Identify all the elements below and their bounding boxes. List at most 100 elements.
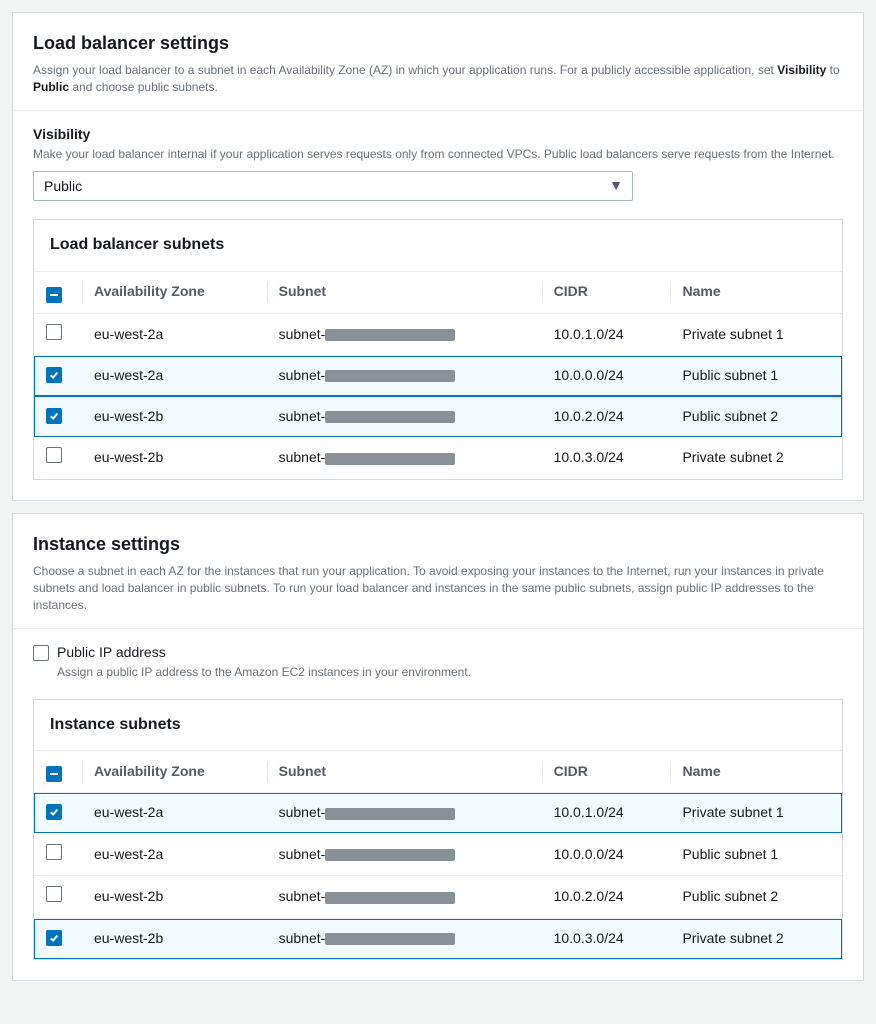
subnet-prefix: subnet-: [279, 930, 326, 946]
cell-subnet: subnet-: [267, 356, 542, 397]
cell-subnet: subnet-: [267, 876, 542, 919]
cell-subnet: subnet-: [267, 919, 542, 959]
redacted-id: [325, 411, 455, 423]
redacted-id: [325, 933, 455, 945]
cell-subnet: subnet-: [267, 793, 542, 834]
subnet-prefix: subnet-: [279, 326, 326, 342]
col-header-name[interactable]: Name: [670, 271, 842, 313]
inst-body: Public IP address Assign a public IP add…: [13, 629, 863, 980]
inst-header: Instance settings Choose a subnet in eac…: [13, 514, 863, 629]
lb-subnets-panel: Load balancer subnets Availability Zone …: [33, 219, 843, 480]
cell-cidr: 10.0.3.0/24: [542, 437, 671, 479]
row-checkbox[interactable]: [46, 930, 62, 946]
cell-az: eu-west-2b: [82, 919, 267, 959]
subnet-prefix: subnet-: [279, 804, 326, 820]
inst-subnets-panel: Instance subnets Availability Zone Subne…: [33, 699, 843, 960]
lb-desc-bold-public: Public: [33, 80, 69, 94]
visibility-label: Visibility: [33, 125, 843, 145]
lb-desc: Assign your load balancer to a subnet in…: [33, 62, 843, 96]
table-row[interactable]: eu-west-2a subnet- 10.0.1.0/24Private subn…: [34, 313, 842, 356]
row-checkbox[interactable]: [46, 447, 62, 463]
col-header-subnet[interactable]: Subnet: [267, 751, 542, 793]
select-all-checkbox[interactable]: [46, 287, 62, 303]
redacted-id: [325, 370, 455, 382]
cell-cidr: 10.0.1.0/24: [542, 793, 671, 834]
table-row[interactable]: eu-west-2a subnet- 10.0.0.0/24Public subne…: [34, 356, 842, 397]
redacted-id: [325, 329, 455, 341]
row-checkbox[interactable]: [46, 408, 62, 424]
cell-subnet: subnet-: [267, 833, 542, 876]
subnet-prefix: subnet-: [279, 449, 326, 465]
cell-name: Private subnet 2: [670, 919, 842, 959]
table-row[interactable]: eu-west-2a subnet- 10.0.0.0/24Public subne…: [34, 833, 842, 876]
cell-subnet: subnet-: [267, 313, 542, 356]
cell-az: eu-west-2b: [82, 876, 267, 919]
lb-header: Load balancer settings Assign your load …: [13, 13, 863, 111]
cell-cidr: 10.0.3.0/24: [542, 919, 671, 959]
subnet-prefix: subnet-: [279, 408, 326, 424]
visibility-help: Make your load balancer internal if your…: [33, 146, 843, 163]
instance-settings-panel: Instance settings Choose a subnet in eac…: [12, 513, 864, 981]
public-ip-label: Public IP address: [57, 643, 166, 663]
col-header-az[interactable]: Availability Zone: [82, 271, 267, 313]
cell-name: Public subnet 2: [670, 396, 842, 437]
inst-subnets-table: Availability Zone Subnet CIDR Name eu-we…: [34, 750, 842, 958]
cell-name: Private subnet 2: [670, 437, 842, 479]
col-header-az[interactable]: Availability Zone: [82, 751, 267, 793]
visibility-select-value: Public: [44, 178, 82, 194]
cell-az: eu-west-2a: [82, 833, 267, 876]
table-row[interactable]: eu-west-2b subnet- 10.0.2.0/24Public subne…: [34, 396, 842, 437]
table-row[interactable]: eu-west-2b subnet- 10.0.3.0/24Private subn…: [34, 919, 842, 959]
cell-name: Private subnet 1: [670, 793, 842, 834]
public-ip-row: Public IP address: [33, 643, 843, 663]
lb-desc-text: and choose public subnets.: [69, 80, 218, 94]
subnet-prefix: subnet-: [279, 888, 326, 904]
public-ip-help: Assign a public IP address to the Amazon…: [57, 664, 843, 681]
lb-desc-text: Assign your load balancer to a subnet in…: [33, 63, 777, 77]
cell-cidr: 10.0.2.0/24: [542, 876, 671, 919]
row-checkbox[interactable]: [46, 324, 62, 340]
redacted-id: [325, 849, 455, 861]
row-checkbox[interactable]: [46, 367, 62, 383]
cell-az: eu-west-2a: [82, 356, 267, 397]
visibility-select[interactable]: Public: [33, 171, 633, 201]
cell-subnet: subnet-: [267, 396, 542, 437]
table-row[interactable]: eu-west-2b subnet- 10.0.2.0/24Public subne…: [34, 876, 842, 919]
lb-subnets-table: Availability Zone Subnet CIDR Name eu-we…: [34, 271, 842, 479]
public-ip-checkbox[interactable]: [33, 645, 49, 661]
cell-name: Public subnet 2: [670, 876, 842, 919]
cell-name: Private subnet 1: [670, 313, 842, 356]
select-all-checkbox[interactable]: [46, 766, 62, 782]
col-header-cidr[interactable]: CIDR: [542, 271, 671, 313]
cell-az: eu-west-2b: [82, 396, 267, 437]
col-header-name[interactable]: Name: [670, 751, 842, 793]
lb-subnets-title: Load balancer subnets: [34, 220, 842, 270]
cell-cidr: 10.0.0.0/24: [542, 833, 671, 876]
table-row[interactable]: eu-west-2b subnet- 10.0.3.0/24Private subn…: [34, 437, 842, 479]
cell-cidr: 10.0.2.0/24: [542, 396, 671, 437]
col-header-subnet[interactable]: Subnet: [267, 271, 542, 313]
cell-name: Public subnet 1: [670, 356, 842, 397]
inst-title: Instance settings: [33, 532, 843, 557]
col-header-cidr[interactable]: CIDR: [542, 751, 671, 793]
lb-desc-text: to: [826, 63, 839, 77]
row-checkbox[interactable]: [46, 886, 62, 902]
table-row[interactable]: eu-west-2a subnet- 10.0.1.0/24Private subn…: [34, 793, 842, 834]
cell-az: eu-west-2a: [82, 313, 267, 356]
cell-az: eu-west-2a: [82, 793, 267, 834]
redacted-id: [325, 453, 455, 465]
inst-subnets-title: Instance subnets: [34, 700, 842, 750]
cell-subnet: subnet-: [267, 437, 542, 479]
cell-cidr: 10.0.1.0/24: [542, 313, 671, 356]
row-checkbox[interactable]: [46, 804, 62, 820]
cell-az: eu-west-2b: [82, 437, 267, 479]
row-checkbox[interactable]: [46, 844, 62, 860]
lb-desc-bold-visibility: Visibility: [777, 63, 826, 77]
subnet-prefix: subnet-: [279, 846, 326, 862]
subnet-prefix: subnet-: [279, 367, 326, 383]
inst-desc: Choose a subnet in each AZ for the insta…: [33, 563, 843, 613]
cell-cidr: 10.0.0.0/24: [542, 356, 671, 397]
cell-name: Public subnet 1: [670, 833, 842, 876]
lb-title: Load balancer settings: [33, 31, 843, 56]
redacted-id: [325, 808, 455, 820]
